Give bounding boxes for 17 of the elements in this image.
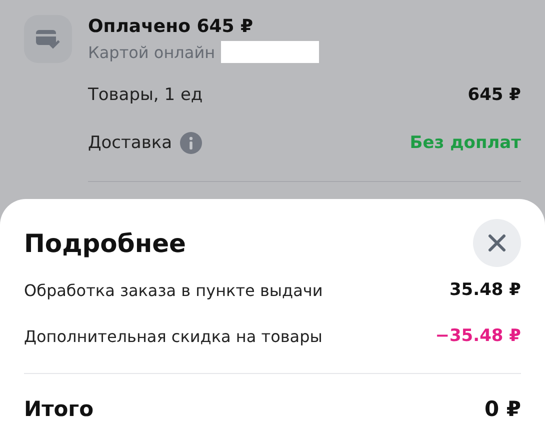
- total-value: 0 ₽: [484, 397, 521, 421]
- summary-label: Товары, 1 ед: [88, 85, 203, 105]
- detail-label: Обработка заказа в пункте выдачи: [24, 280, 323, 300]
- payment-method: Картой онлайн: [88, 42, 216, 62]
- card-check-icon: [36, 29, 60, 49]
- detail-value: 35.48 ₽: [449, 280, 521, 300]
- detail-label: Дополнительная скидка на товары: [24, 326, 322, 346]
- close-button[interactable]: [473, 219, 521, 267]
- close-icon: [488, 234, 506, 252]
- total-label: Итого: [24, 397, 94, 421]
- detail-value: −35.48 ₽: [435, 326, 521, 346]
- payment-title: Оплачено 645 ₽: [88, 15, 254, 39]
- summary-value: Без доплат: [410, 133, 521, 153]
- summary-label: Доставка: [88, 133, 172, 153]
- info-icon[interactable]: [180, 132, 202, 154]
- summary-value: 645 ₽: [468, 85, 521, 105]
- sheet-title: Подробнее: [24, 228, 186, 258]
